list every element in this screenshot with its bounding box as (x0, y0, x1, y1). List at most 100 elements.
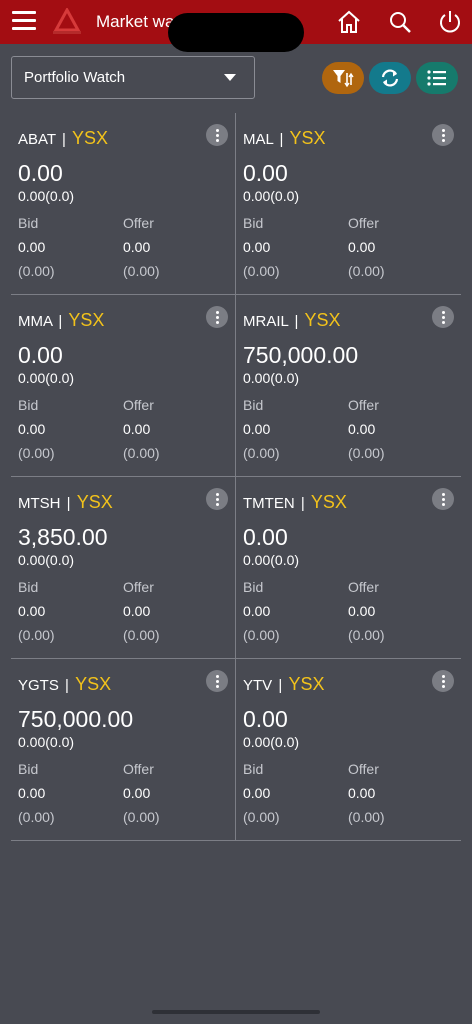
search-icon[interactable] (386, 8, 414, 36)
offer-label: Offer (348, 761, 379, 777)
more-options-icon[interactable] (206, 670, 228, 692)
stock-symbol: MAL | YSX (243, 128, 326, 148)
offer-value: 0.00 (123, 421, 151, 437)
bid-value: 0.00 (243, 785, 271, 801)
offer-label: Offer (348, 215, 379, 231)
offer-change: (0.00) (123, 809, 160, 825)
last-price: 0.00 (18, 342, 63, 368)
offer-value: 0.00 (123, 239, 151, 255)
watchlist-select[interactable]: Portfolio Watch (11, 56, 255, 99)
bid-value: 0.00 (18, 785, 46, 801)
offer-value: 0.00 (348, 603, 376, 619)
last-price: 0.00 (243, 706, 288, 732)
stock-symbol: YGTS | YSX (18, 674, 112, 694)
price-change: 0.00(0.0) (18, 552, 75, 568)
stock-symbol: MRAIL | YSX (243, 310, 341, 330)
offer-value: 0.00 (348, 421, 376, 437)
stock-card-tmten[interactable]: TMTEN | YSX 0.00 0.00(0.0) Bid Offer 0.0… (236, 477, 461, 659)
bid-label: Bid (243, 579, 264, 595)
more-options-icon[interactable] (432, 488, 454, 510)
last-price: 0.00 (243, 160, 288, 186)
bid-value: 0.00 (243, 603, 271, 619)
stock-card-mma[interactable]: MMA | YSX 0.00 0.00(0.0) Bid Offer 0.00 … (11, 295, 236, 477)
stock-card-ygts[interactable]: YGTS | YSX 750,000.00 0.00(0.0) Bid Offe… (11, 659, 236, 841)
stock-symbol: YTV | YSX (243, 674, 325, 694)
offer-label: Offer (123, 579, 154, 595)
offer-change: (0.00) (123, 627, 160, 643)
stock-card-mtsh[interactable]: MTSH | YSX 3,850.00 0.00(0.0) Bid Offer … (11, 477, 236, 659)
last-price: 750,000.00 (18, 706, 134, 732)
bid-value: 0.00 (18, 421, 46, 437)
last-price: 0.00 (18, 160, 63, 186)
bid-value: 0.00 (243, 421, 271, 437)
bid-change: (0.00) (243, 627, 280, 643)
camera-notch (168, 13, 304, 52)
last-price: 0.00 (243, 524, 288, 550)
list-view-button[interactable] (416, 62, 458, 94)
bid-label: Bid (243, 215, 264, 231)
offer-change: (0.00) (348, 445, 385, 461)
bid-change: (0.00) (18, 445, 55, 461)
filter-sort-icon (333, 70, 354, 88)
stock-card-mal[interactable]: MAL | YSX 0.00 0.00(0.0) Bid Offer 0.00 … (236, 113, 461, 295)
stock-symbol: TMTEN | YSX (243, 492, 347, 512)
bid-change: (0.00) (243, 263, 280, 279)
bid-change: (0.00) (243, 809, 280, 825)
chevron-down-icon (224, 74, 236, 81)
refresh-button[interactable] (369, 62, 411, 94)
more-options-icon[interactable] (432, 670, 454, 692)
filter-sort-button[interactable] (322, 62, 364, 94)
bid-label: Bid (243, 761, 264, 777)
more-options-icon[interactable] (206, 306, 228, 328)
price-change: 0.00(0.0) (18, 188, 75, 204)
stock-symbol: ABAT | YSX (18, 128, 109, 148)
bid-change: (0.00) (18, 263, 55, 279)
page-title: Market wa (96, 12, 175, 31)
refresh-icon (381, 69, 399, 87)
power-icon[interactable] (436, 8, 464, 36)
stock-card-ytv[interactable]: YTV | YSX 0.00 0.00(0.0) Bid Offer 0.00 … (236, 659, 461, 841)
price-change: 0.00(0.0) (243, 734, 300, 750)
brand-logo-icon (50, 6, 84, 36)
watchlist-selected-value: Portfolio Watch (24, 69, 126, 86)
stock-symbol: MMA | YSX (18, 310, 105, 330)
list-icon (427, 70, 446, 86)
home-icon[interactable] (335, 8, 363, 36)
offer-value: 0.00 (348, 785, 376, 801)
offer-value: 0.00 (123, 785, 151, 801)
stock-card-abat[interactable]: ABAT | YSX 0.00 0.00(0.0) Bid Offer 0.00… (11, 113, 236, 295)
price-change: 0.00(0.0) (18, 734, 75, 750)
bid-label: Bid (18, 579, 39, 595)
offer-label: Offer (348, 579, 379, 595)
price-change: 0.00(0.0) (243, 552, 300, 568)
more-options-icon[interactable] (206, 124, 228, 146)
offer-change: (0.00) (348, 627, 385, 643)
stock-symbol: MTSH | YSX (18, 492, 113, 512)
bid-label: Bid (18, 397, 39, 413)
bid-value: 0.00 (18, 603, 46, 619)
bid-change: (0.00) (18, 809, 55, 825)
home-indicator[interactable] (152, 1010, 320, 1014)
menu-icon[interactable] (12, 11, 36, 31)
more-options-icon[interactable] (432, 306, 454, 328)
offer-label: Offer (123, 215, 154, 231)
stock-card-mrail[interactable]: MRAIL | YSX 750,000.00 0.00(0.0) Bid Off… (236, 295, 461, 477)
price-change: 0.00(0.0) (18, 370, 75, 386)
bid-label: Bid (18, 761, 39, 777)
offer-label: Offer (123, 761, 154, 777)
bid-change: (0.00) (243, 445, 280, 461)
offer-change: (0.00) (348, 263, 385, 279)
watchlist-grid: ABAT | YSX 0.00 0.00(0.0) Bid Offer 0.00… (11, 113, 461, 841)
offer-change: (0.00) (123, 263, 160, 279)
more-options-icon[interactable] (432, 124, 454, 146)
last-price: 750,000.00 (243, 342, 359, 368)
bid-label: Bid (243, 397, 264, 413)
offer-value: 0.00 (348, 239, 376, 255)
price-change: 0.00(0.0) (243, 188, 300, 204)
bid-change: (0.00) (18, 627, 55, 643)
offer-change: (0.00) (348, 809, 385, 825)
offer-label: Offer (123, 397, 154, 413)
more-options-icon[interactable] (206, 488, 228, 510)
bid-value: 0.00 (18, 239, 46, 255)
offer-change: (0.00) (123, 445, 160, 461)
